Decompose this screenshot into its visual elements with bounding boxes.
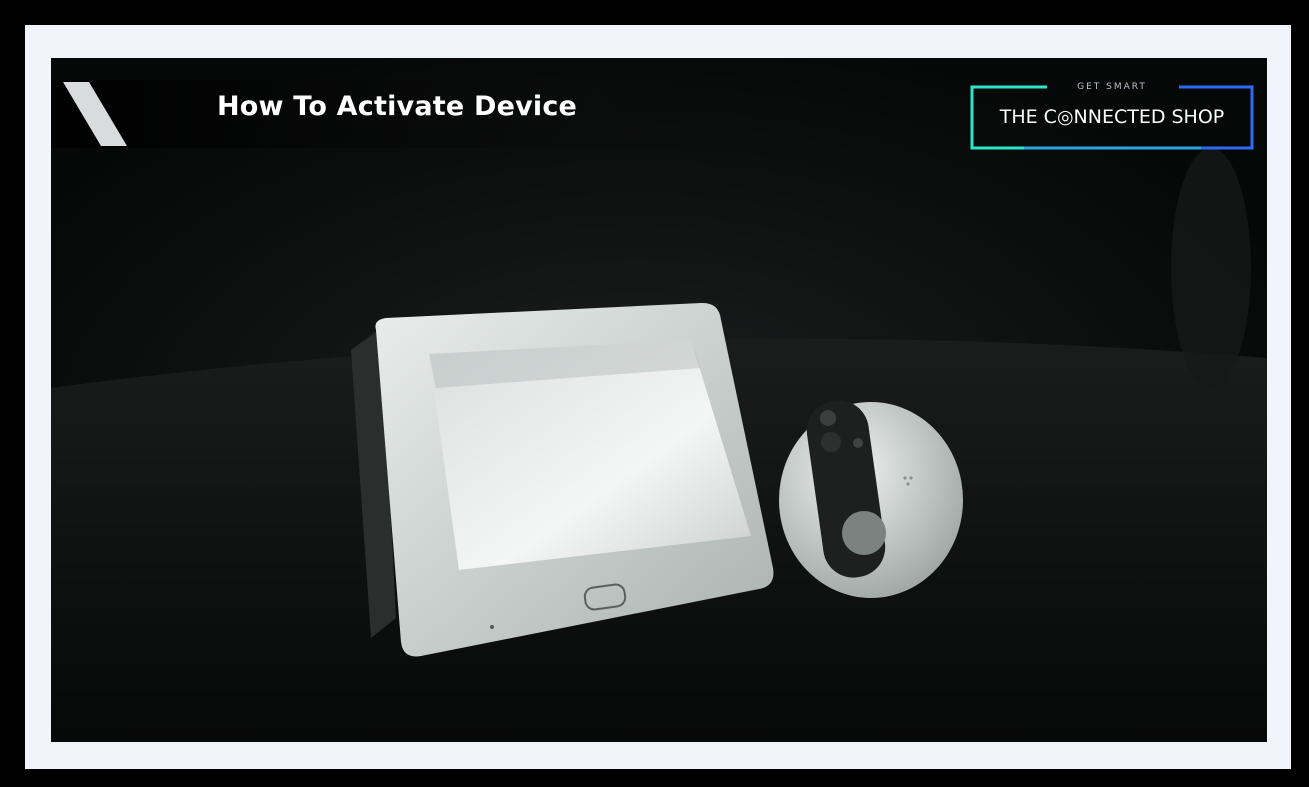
logo-name: THE C◎NNECTED SHOP: [999, 106, 1225, 128]
video-frame[interactable]: How To Activate Device GET SMART THE C◎N…: [51, 58, 1267, 742]
logo-tagline: GET SMART: [1077, 82, 1147, 92]
video-scene: [51, 58, 1267, 742]
video-title: How To Activate Device: [217, 91, 578, 122]
video-player-frame: How To Activate Device GET SMART THE C◎N…: [0, 0, 1309, 787]
shop-logo: GET SMART THE C◎NNECTED SHOP: [969, 82, 1255, 152]
